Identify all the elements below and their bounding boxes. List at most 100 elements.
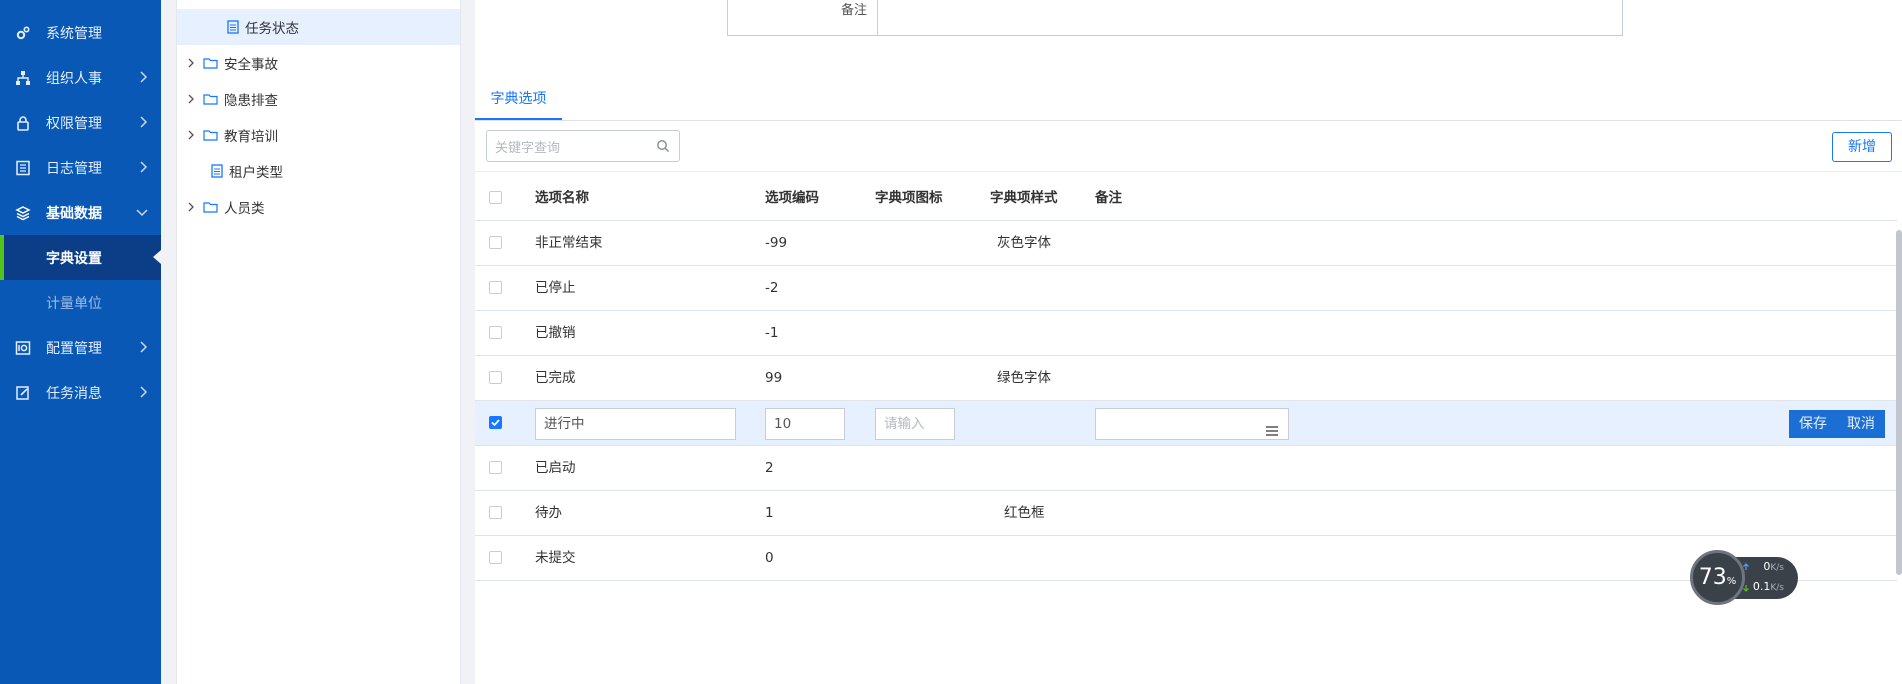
add-button[interactable]: 新增	[1832, 132, 1892, 162]
folder-icon	[203, 201, 218, 213]
edit-list-icon	[14, 384, 32, 402]
lock-icon	[14, 114, 32, 132]
chevron-right-icon[interactable]	[185, 129, 197, 141]
nav-item-basic-data[interactable]: 基础数据	[0, 190, 161, 235]
option-code-input[interactable]: 10	[765, 408, 845, 440]
option-code: 0	[765, 550, 774, 566]
tree-node-tenant-type[interactable]: 租户类型	[177, 153, 460, 189]
nav-item-permission[interactable]: 权限管理	[0, 100, 161, 145]
vertical-scrollbar[interactable]	[1896, 230, 1902, 575]
document-icon	[211, 164, 223, 178]
option-name: 未提交	[535, 550, 576, 566]
option-name: 待办	[535, 505, 562, 521]
chevron-right-icon	[139, 339, 149, 359]
tree-node-label: 安全事故	[224, 57, 278, 73]
side-nav: 系统管理 组织人事 权限管理 日志管理 基础数据 字典设置 计量单位 配置管理 …	[0, 0, 161, 684]
nav-subitem-units[interactable]: 计量单位	[0, 280, 161, 325]
search-input[interactable]: 关键字查询	[486, 130, 680, 162]
nav-item-log[interactable]: 日志管理	[0, 145, 161, 190]
row-checkbox[interactable]	[489, 236, 502, 249]
tree-node-label: 教育培训	[224, 129, 278, 145]
search-placeholder: 关键字查询	[495, 140, 561, 156]
row-checkbox[interactable]	[489, 506, 502, 519]
option-name: 已停止	[535, 280, 576, 296]
column-header: 选项名称	[535, 190, 589, 206]
tab-dictionary-options[interactable]: 字典选项	[475, 80, 562, 120]
nav-item-label: 日志管理	[46, 160, 102, 177]
config-icon	[14, 339, 32, 357]
usage-percent-unit: %	[1726, 576, 1737, 587]
log-list-icon	[14, 159, 32, 177]
table-header: 选项名称 选项编码 字典项图标 字典项样式 备注	[475, 176, 1897, 221]
toolbar: 关键字查询 新增	[475, 121, 1902, 172]
table-row[interactable]: 已停止 -2	[475, 266, 1897, 311]
option-style: 灰色字体	[997, 235, 1051, 251]
option-style: 绿色字体	[997, 370, 1051, 386]
row-checkbox[interactable]	[489, 551, 502, 564]
nav-item-system[interactable]: 系统管理	[0, 10, 161, 55]
chevron-right-icon[interactable]	[185, 57, 197, 69]
nav-item-org[interactable]: 组织人事	[0, 55, 161, 100]
nav-subitem-label: 字典设置	[46, 250, 102, 267]
tree-node-training[interactable]: 教育培训	[177, 117, 460, 153]
select-all-checkbox[interactable]	[489, 191, 502, 204]
tab-bar: 字典选项	[475, 80, 1902, 121]
table-row[interactable]: 已启动 2	[475, 446, 1897, 491]
row-checkbox[interactable]	[489, 461, 502, 474]
menu-lines-icon[interactable]	[1265, 418, 1279, 448]
tree-node-safety-accident[interactable]: 安全事故	[177, 45, 460, 81]
table-row-editing[interactable]: 进行中 10 请输入 保存 取消	[475, 401, 1897, 446]
folder-icon	[203, 57, 218, 69]
table-row[interactable]: 未提交 0	[475, 536, 1897, 581]
layers-icon	[14, 204, 32, 222]
table-row[interactable]: 已撤销 -1	[475, 311, 1897, 356]
save-button[interactable]: 保存	[1789, 410, 1837, 438]
row-checkbox[interactable]	[489, 281, 502, 294]
column-header: 字典项图标	[875, 190, 943, 206]
table-row[interactable]: 待办 1 红色框	[475, 491, 1897, 536]
remark-value[interactable]	[878, 0, 1622, 35]
nav-subitem-dictionary[interactable]: 字典设置	[0, 235, 161, 280]
tree-node-label: 人员类	[224, 201, 265, 217]
option-code: -99	[765, 235, 788, 251]
search-icon[interactable]	[656, 139, 670, 157]
nav-item-label: 基础数据	[46, 205, 102, 222]
nav-item-config[interactable]: 配置管理	[0, 325, 161, 370]
download-speed: 0.1K/s	[1743, 577, 1798, 597]
option-name-input[interactable]: 进行中	[535, 408, 736, 440]
nav-item-label: 任务消息	[46, 385, 102, 402]
tree-node-hazard-check[interactable]: 隐患排查	[177, 81, 460, 117]
option-name: 已启动	[535, 460, 576, 476]
tree-node-label: 隐患排查	[224, 93, 278, 109]
row-checkbox-checked[interactable]	[489, 416, 502, 429]
usage-gauge: 73%	[1690, 550, 1745, 605]
nav-item-label: 系统管理	[46, 25, 102, 42]
org-chart-icon	[14, 69, 32, 87]
tree-node-task-status[interactable]: 任务状态	[177, 9, 460, 45]
tree-node-personnel[interactable]: 人员类	[177, 189, 460, 225]
row-checkbox[interactable]	[489, 371, 502, 384]
option-style: 红色框	[1004, 505, 1045, 521]
folder-icon	[203, 93, 218, 105]
nav-item-task-message[interactable]: 任务消息	[0, 370, 161, 415]
network-speed-widget[interactable]: 0K/s 0.1K/s 73%	[1690, 547, 1810, 607]
table-row[interactable]: 已完成 99 绿色字体	[475, 356, 1897, 401]
cancel-button[interactable]: 取消	[1837, 410, 1885, 438]
chevron-right-icon	[139, 69, 149, 89]
remark-label: 备注	[728, 0, 878, 35]
option-icon-input[interactable]: 请输入	[875, 408, 955, 440]
chevron-right-icon	[139, 114, 149, 134]
option-code: 99	[765, 370, 783, 386]
nav-item-label: 配置管理	[46, 340, 102, 357]
option-code: 2	[765, 460, 774, 476]
table-row[interactable]: 非正常结束 -99 灰色字体	[475, 221, 1897, 266]
chevron-right-icon[interactable]	[185, 201, 197, 213]
remark-form-row: 备注	[727, 0, 1623, 36]
option-code: -2	[765, 280, 779, 296]
row-checkbox[interactable]	[489, 326, 502, 339]
chevron-right-icon[interactable]	[185, 93, 197, 105]
tree-node-label: 租户类型	[229, 165, 283, 181]
option-code: -1	[765, 325, 779, 341]
nav-item-label: 权限管理	[46, 115, 102, 132]
option-remark-input[interactable]	[1095, 408, 1289, 440]
